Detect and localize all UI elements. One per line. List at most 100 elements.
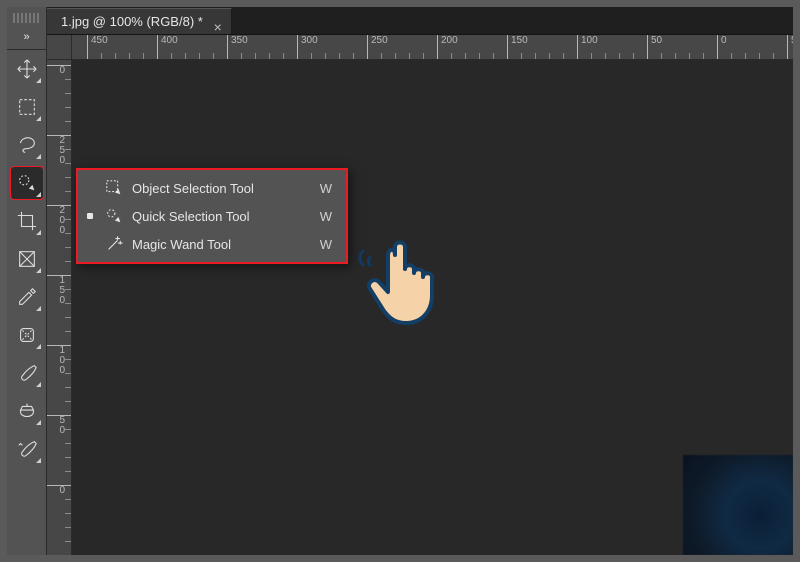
ruler-minor-tick (689, 53, 693, 59)
ruler-minor-tick (65, 373, 71, 374)
ruler-minor-tick (65, 331, 71, 332)
ruler-minor-tick (269, 53, 273, 59)
flyout-indicator-icon (36, 268, 41, 273)
flyout-item-quick-selection[interactable]: Quick Selection ToolW (78, 202, 346, 230)
flyout-indicator-icon (36, 344, 41, 349)
ruler-minor-tick (493, 53, 497, 59)
canvas[interactable] (72, 60, 793, 555)
tool-eyedropper[interactable] (11, 281, 43, 313)
ruler-minor-tick (633, 53, 637, 59)
ruler-minor-tick (773, 53, 777, 59)
object-selection-icon (104, 178, 124, 198)
ruler-minor-tick (65, 387, 71, 388)
ruler-tick: 250 (47, 135, 71, 166)
ruler-minor-tick (479, 53, 483, 59)
ruler-minor-tick (65, 107, 71, 108)
tool-healing-brush[interactable] (11, 319, 43, 351)
ruler-minor-tick (325, 53, 329, 59)
ruler-minor-tick (199, 53, 203, 59)
tool-move[interactable] (11, 53, 43, 85)
ruler-horizontal[interactable]: 45040035030025020015010050050 (72, 35, 793, 60)
ruler-minor-tick (65, 247, 71, 248)
ruler-minor-tick (703, 53, 707, 59)
flyout-item-shortcut: W (320, 209, 332, 224)
ruler-minor-tick (171, 53, 175, 59)
selection-tool-flyout[interactable]: Object Selection ToolWQuick Selection To… (76, 168, 348, 264)
ruler-minor-tick (129, 53, 133, 59)
ruler-minor-tick (675, 53, 679, 59)
tool-lasso[interactable] (11, 129, 43, 161)
ruler-tick: 150 (47, 275, 71, 306)
ruler-tick: 0 (47, 65, 71, 76)
quick-selection-icon (104, 206, 124, 226)
ruler-minor-tick (283, 53, 287, 59)
ruler-minor-tick (619, 53, 623, 59)
ruler-minor-tick (65, 191, 71, 192)
ruler-minor-tick (65, 471, 71, 472)
ruler-vertical[interactable]: 025020015010050050 (47, 60, 72, 555)
ruler-minor-tick (409, 53, 413, 59)
flyout-item-magic-wand[interactable]: Magic Wand ToolW (78, 230, 346, 258)
ruler-minor-tick (339, 53, 343, 59)
app-window: » (7, 7, 793, 555)
tool-history-brush[interactable] (11, 433, 43, 465)
ruler-minor-tick (65, 163, 71, 164)
ruler-minor-tick (213, 53, 217, 59)
ruler-minor-tick (745, 53, 749, 59)
ruler-minor-tick (65, 499, 71, 500)
tool-crop[interactable] (11, 205, 43, 237)
ruler-minor-tick (591, 53, 595, 59)
toolbar-expand-button[interactable]: » (7, 29, 46, 50)
ruler-minor-tick (255, 53, 259, 59)
ruler-tick: 50 (647, 35, 662, 59)
ruler-minor-tick (65, 443, 71, 444)
ruler-minor-tick (563, 53, 567, 59)
flyout-item-label: Object Selection Tool (132, 181, 292, 196)
ruler-origin[interactable] (47, 35, 72, 60)
ruler-minor-tick (65, 541, 71, 542)
flyout-item-shortcut: W (320, 181, 332, 196)
ruler-minor-tick (661, 53, 665, 59)
ruler-minor-tick (65, 513, 71, 514)
flyout-indicator-icon (36, 382, 41, 387)
ruler-minor-tick (549, 53, 553, 59)
ruler-minor-tick (605, 53, 609, 59)
flyout-item-object-selection[interactable]: Object Selection Tool W (78, 174, 346, 202)
ruler-minor-tick (395, 53, 399, 59)
ruler-tick: 50 (787, 35, 793, 59)
document-area: 1.jpg @ 100% (RGB/8) * × 450400350300250… (47, 7, 793, 555)
tool-brush[interactable] (11, 357, 43, 389)
flyout-indicator-icon (36, 116, 41, 121)
flyout-indicator-icon (36, 78, 41, 83)
document-tab[interactable]: 1.jpg @ 100% (RGB/8) * × (47, 8, 232, 34)
tools-panel: » (7, 7, 47, 555)
ruler-minor-tick (65, 177, 71, 178)
tool-quick-selection[interactable] (11, 167, 43, 199)
ruler-minor-tick (731, 53, 735, 59)
image-content-corner (683, 455, 793, 555)
tool-frame[interactable] (11, 243, 43, 275)
ruler-minor-tick (65, 289, 71, 290)
document-tab-bar: 1.jpg @ 100% (RGB/8) * × (47, 7, 793, 35)
tool-clone-stamp[interactable] (11, 395, 43, 427)
ruler-minor-tick (381, 53, 385, 59)
ruler-minor-tick (759, 53, 763, 59)
current-tool-indicator-icon (84, 238, 96, 250)
flyout-indicator-icon (36, 306, 41, 311)
ruler-minor-tick (101, 53, 105, 59)
ruler-tick: 200 (47, 205, 71, 236)
ruler-minor-tick (65, 401, 71, 402)
workspace: 45040035030025020015010050050 0250200150… (47, 35, 793, 555)
current-tool-indicator-icon (84, 182, 96, 194)
ruler-tick: 50 (47, 415, 71, 436)
document-tab-title: 1.jpg @ 100% (RGB/8) * (61, 14, 203, 29)
ruler-tick: 100 (47, 345, 71, 376)
ruler-tick: 0 (717, 35, 727, 59)
ruler-minor-tick (311, 53, 315, 59)
tool-marquee[interactable] (11, 91, 43, 123)
ruler-minor-tick (185, 53, 189, 59)
flyout-indicator-icon (36, 420, 41, 425)
ruler-minor-tick (465, 53, 469, 59)
ruler-minor-tick (65, 149, 71, 150)
toolbar-grip[interactable] (13, 13, 41, 23)
